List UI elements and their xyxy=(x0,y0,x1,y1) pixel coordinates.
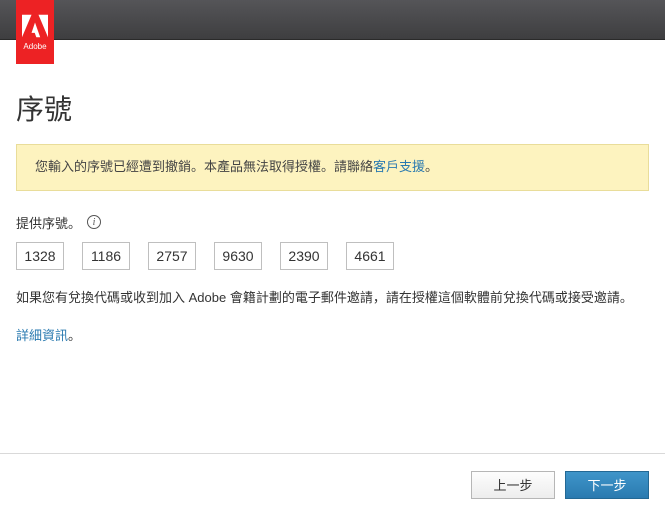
customer-support-link[interactable]: 客戶支援 xyxy=(373,159,425,174)
serial-segment-4[interactable] xyxy=(214,242,262,270)
adobe-logo: Adobe xyxy=(16,0,54,64)
serial-segment-1[interactable] xyxy=(16,242,64,270)
serial-segment-2[interactable] xyxy=(82,242,130,270)
more-info-row: 詳細資訊。 xyxy=(16,325,649,344)
serial-input-row xyxy=(16,242,649,270)
footer-bar: 上一步 下一步 xyxy=(0,453,665,515)
alert-text-after: 。 xyxy=(425,159,438,174)
next-button[interactable]: 下一步 xyxy=(565,471,649,499)
serial-segment-5[interactable] xyxy=(280,242,328,270)
more-info-link[interactable]: 詳細資訊 xyxy=(16,328,68,343)
serial-segment-3[interactable] xyxy=(148,242,196,270)
serial-prompt-row: 提供序號。 i xyxy=(16,213,649,232)
title-bar xyxy=(0,0,665,40)
more-info-suffix: 。 xyxy=(68,328,81,343)
alert-text-before: 您輸入的序號已經遭到撤銷。本產品無法取得授權。請聯絡 xyxy=(35,159,373,174)
main-content: 序號 您輸入的序號已經遭到撤銷。本產品無法取得授權。請聯絡客戶支援。 提供序號。… xyxy=(0,40,665,453)
adobe-a-icon xyxy=(22,14,48,38)
info-icon[interactable]: i xyxy=(87,215,101,229)
redeem-instructions: 如果您有兌換代碼或收到加入 Adobe 會籍計劃的電子郵件邀請，請在授權這個軟體… xyxy=(16,288,649,309)
page-title: 序號 xyxy=(16,88,649,128)
serial-segment-6[interactable] xyxy=(346,242,394,270)
serial-prompt-label: 提供序號。 xyxy=(16,213,81,232)
revoked-serial-alert: 您輸入的序號已經遭到撤銷。本產品無法取得授權。請聯絡客戶支援。 xyxy=(16,144,649,191)
adobe-logo-text: Adobe xyxy=(23,42,46,51)
back-button[interactable]: 上一步 xyxy=(471,471,555,499)
